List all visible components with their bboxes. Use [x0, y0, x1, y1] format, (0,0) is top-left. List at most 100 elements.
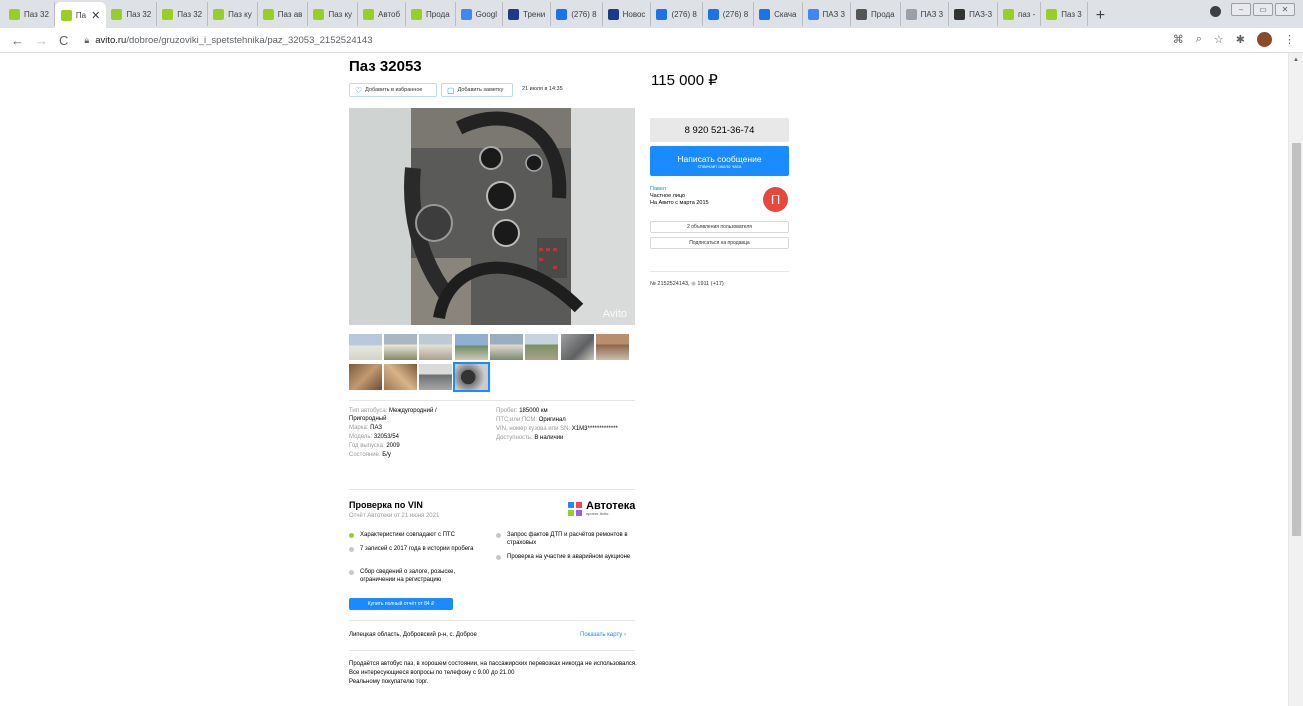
autoteka-logo: Автотека проект Avito	[568, 501, 635, 516]
show-map-link[interactable]: Показать карту ›	[580, 632, 626, 638]
divider	[349, 400, 635, 401]
thumbnail[interactable]	[384, 334, 417, 360]
back-arrow-icon[interactable]: ←	[11, 33, 24, 48]
vin-check-subtitle: Отчёт Автотеки от 21 июня 2021	[349, 513, 440, 519]
browser-tab-label: Паз ку	[228, 9, 252, 19]
browser-tab-label: Прода	[426, 9, 450, 19]
param-key: Модель:	[349, 434, 374, 440]
browser-tab[interactable]: Паз 32	[4, 2, 55, 26]
browser-tab-label: Новос	[622, 9, 646, 19]
browser-tab[interactable]: ПАЗ-3	[949, 2, 999, 26]
browser-tab[interactable]: Новос	[603, 2, 652, 26]
param-value: 32053/54	[373, 434, 399, 440]
divider	[349, 620, 635, 621]
browser-tab-label: Трени	[523, 9, 546, 19]
browser-tab[interactable]: Скача	[754, 2, 803, 26]
google-favicon-icon	[460, 8, 472, 20]
browser-tab[interactable]: Паз 32	[106, 2, 158, 26]
bookmark-star-icon[interactable]: ☆	[1214, 33, 1224, 46]
browser-tab[interactable]: Трени	[503, 2, 552, 26]
param-value: ПАЗ	[370, 425, 383, 431]
vin-check-text: Проверка на участие в аварийном аукционе	[507, 554, 631, 560]
window-controls: – ▭ ✕	[1231, 3, 1295, 16]
browser-tab[interactable]: (276) 8	[703, 2, 755, 26]
thumbnail-selected[interactable]	[453, 362, 490, 392]
param-value: 2009	[386, 443, 400, 449]
listing-title: Паз 32053	[349, 58, 422, 75]
browser-tab[interactable]: Автоб	[358, 2, 407, 26]
page-scrollbar[interactable]: ▲	[1288, 53, 1303, 706]
vin-check-item: 7 записей с 2017 года в истории пробега	[349, 546, 484, 554]
thumbnail[interactable]	[349, 334, 382, 360]
scroll-up-arrow-icon[interactable]: ▲	[1293, 57, 1299, 63]
lock-icon[interactable]: 🔒︎	[84, 35, 89, 46]
url-field[interactable]: avito.ru/dobroe/gruzoviki_i_spetstehnika…	[95, 35, 372, 46]
browser-tab[interactable]: (276) 8	[551, 2, 603, 26]
browser-tab[interactable]: Паз ку	[308, 2, 359, 26]
vin-check-text: Запрос фактов ДТП и расчётов ремонтов в …	[507, 532, 628, 546]
thumbnail[interactable]	[561, 334, 594, 360]
subscribe-seller-button[interactable]: Подписаться на продавца	[650, 237, 789, 249]
thumbnail[interactable]	[419, 364, 452, 390]
thumbnail[interactable]	[525, 334, 558, 360]
scrollbar-thumb[interactable]	[1292, 143, 1301, 536]
browser-tab[interactable]: ПАЗ 3	[803, 2, 851, 26]
browser-tab[interactable]: Googl	[456, 2, 503, 26]
browser-tab[interactable]: (276) 8	[651, 2, 703, 26]
add-note-button[interactable]: ▢ Добавить заметку	[441, 83, 513, 97]
thumbnail[interactable]	[455, 334, 488, 360]
seller-avatar[interactable]: П	[763, 187, 788, 212]
lock-icon	[496, 533, 501, 538]
add-favorite-label: Добавить в избранное	[365, 87, 423, 93]
browser-tab-active[interactable]: Па ✕	[54, 2, 107, 28]
show-phone-button[interactable]: 8 920 521-36-74	[650, 118, 789, 142]
param-key: ПТС или ПСМ:	[496, 417, 539, 423]
thumbnail[interactable]	[596, 334, 629, 360]
check-ok-icon	[349, 533, 354, 538]
restore-button[interactable]: ▭	[1253, 3, 1273, 16]
seller-name[interactable]: Павел	[650, 186, 709, 193]
browser-tab[interactable]: Паз 3	[1041, 2, 1088, 26]
thumbnail[interactable]	[419, 334, 452, 360]
browser-tab[interactable]: Прода	[406, 2, 456, 26]
close-window-button[interactable]: ✕	[1275, 3, 1295, 16]
listing-date: 21 июля в 14:35	[522, 86, 563, 92]
browser-tab-label: Па	[75, 10, 87, 20]
minimize-button[interactable]: –	[1231, 3, 1251, 16]
lock-icon	[349, 547, 354, 552]
vin-check-text: Сбор сведений о залоге, розыске, огранич…	[360, 569, 456, 583]
avito-favicon-icon	[111, 8, 123, 20]
translate-icon[interactable]: ⌘	[1173, 33, 1184, 46]
thumbnail[interactable]	[490, 334, 523, 360]
browser-tab[interactable]: Паз ав	[258, 2, 309, 26]
thumbnail[interactable]	[384, 364, 417, 390]
browser-tab[interactable]: паз -	[998, 2, 1042, 26]
menu-dots-icon[interactable]: ⋮	[1284, 33, 1295, 46]
profile-avatar-icon[interactable]	[1257, 32, 1272, 47]
seller-ads-button[interactable]: 2 объявления пользователя	[650, 221, 789, 233]
reload-icon[interactable]: C	[59, 33, 68, 48]
thumbnail[interactable]	[349, 364, 382, 390]
add-favorite-button[interactable]: ♡ Добавить в избранное	[349, 83, 437, 97]
avito-favicon-icon	[60, 9, 72, 21]
browser-tab[interactable]: ПАЗ 3	[901, 2, 950, 26]
view-count: 1911 (+17)	[697, 281, 724, 287]
browser-tab-label: Паз ку	[328, 9, 353, 19]
close-tab-icon[interactable]: ✕	[91, 9, 100, 22]
chrome-extension-icon[interactable]	[1210, 6, 1221, 17]
param-row: VIN, номер кузова или SN: X1M3**********…	[496, 425, 621, 433]
new-tab-button[interactable]: +	[1088, 7, 1113, 25]
mail-favicon-icon	[707, 8, 719, 20]
forward-arrow-icon[interactable]: →	[35, 33, 48, 48]
extensions-puzzle-icon[interactable]: ✱	[1236, 33, 1245, 46]
browser-tab[interactable]: Паз 32	[157, 2, 209, 26]
buy-report-button[interactable]: Купить полный отчёт от 84 ₽	[349, 598, 453, 610]
main-photo[interactable]: Avito	[349, 108, 635, 325]
write-message-button[interactable]: Написать сообщение Отвечает около часа	[650, 146, 789, 176]
autoteka-logo-icon	[568, 501, 582, 516]
seller-type: Частное лицо	[650, 193, 686, 199]
browser-tab[interactable]: Прода	[851, 2, 901, 26]
browser-tab[interactable]: Паз ку	[208, 2, 258, 26]
zoom-icon[interactable]: ⌕	[1196, 33, 1202, 46]
ad-number: № 2152524143,	[650, 281, 690, 287]
